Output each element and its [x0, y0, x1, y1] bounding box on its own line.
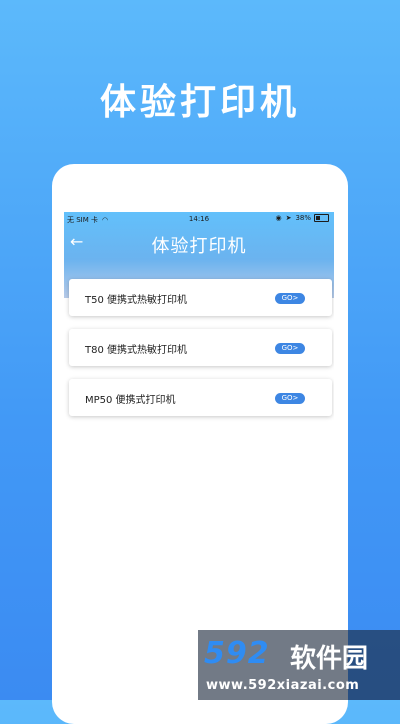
printer-card-t80[interactable]: T80 便携式热敏打印机 GO>	[69, 329, 332, 366]
printer-name: T80 便携式热敏打印机	[85, 345, 188, 356]
hero-title: 体验打印机	[99, 82, 300, 123]
app-screen: 无 SIM 卡 ◠ 14:16 ◉ ➤ 38% ← 体验打印机 T50 便携式热…	[64, 212, 334, 702]
watermark-logo: 592	[204, 636, 270, 671]
battery-icon	[314, 214, 329, 222]
go-button-t50[interactable]: GO>	[275, 293, 305, 304]
go-button-mp50[interactable]: GO>	[275, 393, 305, 404]
status-right: ◉ ➤ 38%	[275, 214, 329, 222]
battery-fill	[316, 216, 320, 220]
site-watermark: 592 软件园 www.592xiazai.com	[198, 630, 400, 700]
app-title: 体验打印机	[151, 236, 247, 257]
printer-card-t50[interactable]: T50 便携式热敏打印机 GO>	[69, 279, 332, 316]
printer-card-mp50[interactable]: MP50 便携式打印机 GO>	[69, 379, 332, 416]
go-button-t80[interactable]: GO>	[275, 343, 305, 354]
status-bar: 无 SIM 卡 ◠ 14:16 ◉ ➤ 38%	[64, 212, 334, 227]
printer-name: T50 便携式热敏打印机	[85, 295, 188, 306]
battery-percent: 38%	[295, 214, 311, 222]
location-icon: ➤	[285, 214, 292, 222]
watermark-url: www.592xiazai.com	[206, 678, 360, 693]
watermark-logo-cn: 软件园	[290, 644, 369, 674]
rotation-lock-icon: ◉	[275, 214, 282, 222]
printer-name: MP50 便携式打印机	[85, 395, 176, 406]
